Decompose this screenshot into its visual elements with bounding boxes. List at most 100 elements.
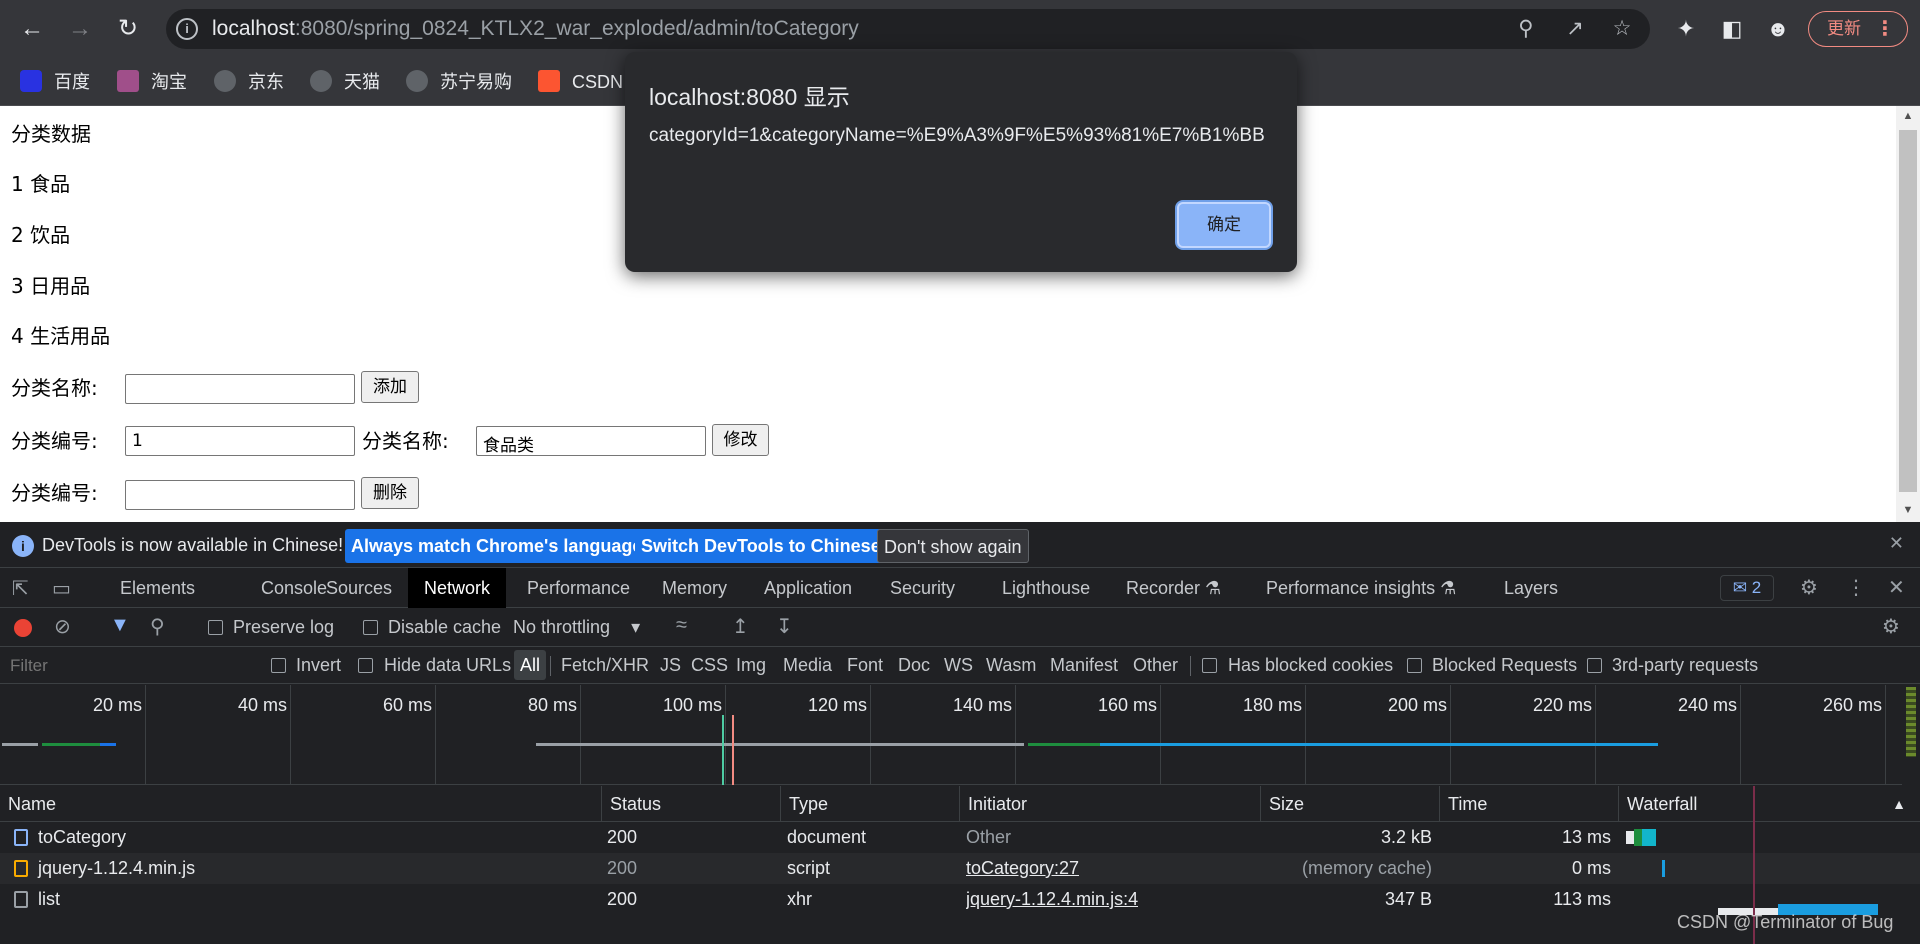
tab-performance-insights[interactable]: Performance insights ⚗ <box>1266 568 1456 608</box>
blocked-cookies-checkbox[interactable] <box>1202 658 1217 673</box>
type-filter-css[interactable]: CSS <box>691 655 728 676</box>
device-toolbar-icon[interactable]: ▭ <box>52 576 71 601</box>
edit-name-input[interactable]: 食品类 <box>476 426 706 456</box>
table-row[interactable]: toCategory 200 document Other 3.2 kB 13 … <box>0 822 1920 853</box>
bookmark-star-icon[interactable]: ☆ <box>1608 15 1636 43</box>
bookmark-taobao[interactable]: 淘宝 <box>117 70 187 94</box>
address-bar[interactable]: i localhost:8080/spring_0824_KTLX2_war_e… <box>166 9 1650 49</box>
scrollbar-thumb[interactable] <box>1899 130 1917 492</box>
reload-icon[interactable]: ↻ <box>112 13 144 45</box>
request-size: 3.2 kB <box>1380 827 1432 847</box>
throttling-select[interactable]: No throttling ▾ <box>513 617 640 638</box>
type-filter-ws[interactable]: WS <box>944 655 973 676</box>
type-filter-media[interactable]: Media <box>783 655 832 676</box>
bookmark-suning[interactable]: 苏宁易购 <box>406 70 512 94</box>
import-har-icon[interactable]: ↥ <box>732 614 749 639</box>
column-name[interactable]: Name <box>0 786 601 822</box>
column-time[interactable]: Time <box>1439 786 1618 822</box>
clear-icon[interactable]: ⊘ <box>54 614 71 639</box>
bookmark-jd[interactable]: 京东 <box>214 70 284 94</box>
issues-badge[interactable]: ✉ 2 <box>1720 575 1774 601</box>
forward-icon[interactable]: → <box>64 13 96 45</box>
side-panel-icon[interactable]: ◧ <box>1716 13 1748 45</box>
blocked-requests-checkbox[interactable] <box>1407 658 1422 673</box>
search-icon[interactable]: ⚲ <box>150 614 165 639</box>
update-button[interactable]: 更新 ⋮ <box>1808 11 1908 47</box>
record-icon[interactable] <box>14 619 32 637</box>
column-size[interactable]: Size <box>1260 786 1439 822</box>
table-row[interactable]: jquery-1.12.4.min.js 200 script toCatego… <box>0 853 1920 884</box>
close-devtools-icon[interactable]: ✕ <box>1888 575 1905 600</box>
bookmark-csdn[interactable]: CSDN <box>538 70 623 94</box>
tab-security[interactable]: Security <box>890 568 955 608</box>
delete-id-input[interactable] <box>125 480 355 510</box>
zoom-icon[interactable]: ⚲ <box>1512 15 1540 43</box>
filter-input[interactable] <box>0 648 252 683</box>
disable-cache-checkbox[interactable] <box>363 620 378 635</box>
type-filter-wasm[interactable]: Wasm <box>986 655 1036 676</box>
inspect-element-icon[interactable]: ⇱ <box>12 576 29 601</box>
table-row[interactable]: list 200 xhr jquery-1.12.4.min.js:4 347 … <box>0 884 1920 915</box>
tab-memory[interactable]: Memory <box>662 568 727 608</box>
timeline-scrollbar[interactable] <box>1906 687 1916 757</box>
export-har-icon[interactable]: ↧ <box>776 614 793 639</box>
site-info-icon[interactable]: i <box>176 18 198 40</box>
network-settings-gear-icon[interactable]: ⚙ <box>1882 614 1900 639</box>
request-time: 113 ms <box>1553 889 1611 909</box>
profile-avatar-icon[interactable]: ☻ <box>1762 13 1794 45</box>
network-overview-timeline[interactable]: 20 ms 40 ms 60 ms 80 ms 100 ms 120 ms 14… <box>0 685 1902 785</box>
tab-sources[interactable]: Sources <box>326 568 392 608</box>
column-type[interactable]: Type <box>780 786 959 822</box>
tab-console[interactable]: Console <box>261 568 327 608</box>
tab-performance[interactable]: Performance <box>527 568 630 608</box>
switch-chinese-button[interactable]: Switch DevTools to Chinese <box>635 529 887 563</box>
hide-data-urls-checkbox[interactable] <box>358 658 373 673</box>
tab-network[interactable]: Network <box>408 568 507 608</box>
alert-ok-button[interactable]: 确定 <box>1177 202 1271 248</box>
settings-gear-icon[interactable]: ⚙ <box>1800 575 1818 600</box>
add-name-input[interactable] <box>125 374 355 404</box>
bookmark-baidu[interactable]: 百度 <box>20 70 90 94</box>
filter-icon[interactable]: ▼ <box>110 614 130 637</box>
url-text[interactable]: localhost:8080/spring_0824_KTLX2_war_exp… <box>212 17 859 41</box>
page-scrollbar[interactable]: ▲ ▼ <box>1896 106 1920 522</box>
invert-checkbox[interactable] <box>271 658 286 673</box>
type-filter-manifest[interactable]: Manifest <box>1050 655 1118 676</box>
add-button[interactable]: 添加 <box>361 371 419 403</box>
type-filter-font[interactable]: Font <box>847 655 883 676</box>
dont-show-again-button[interactable]: Don't show again <box>877 529 1029 563</box>
edit-id-input[interactable]: 1 <box>125 426 355 456</box>
more-options-icon[interactable]: ⋮ <box>1846 575 1866 600</box>
scroll-up-icon[interactable]: ▲ <box>1896 110 1920 122</box>
taobao-icon <box>117 70 139 92</box>
column-status[interactable]: Status <box>601 786 780 822</box>
bookmark-tmall[interactable]: 天猫 <box>310 70 380 94</box>
column-initiator[interactable]: Initiator <box>959 786 1260 822</box>
share-icon[interactable]: ↗ <box>1561 15 1589 43</box>
type-filter-all[interactable]: All <box>514 650 547 680</box>
column-waterfall[interactable]: Waterfall ▲ <box>1618 786 1920 822</box>
scroll-down-icon[interactable]: ▼ <box>1896 504 1920 516</box>
type-filter-fetch[interactable]: Fetch/XHR <box>561 655 649 676</box>
request-initiator-link[interactable]: toCategory:27 <box>966 853 1079 884</box>
preserve-log-checkbox[interactable] <box>208 620 223 635</box>
gridline <box>1595 685 1596 785</box>
tab-elements[interactable]: Elements <box>120 568 195 608</box>
back-icon[interactable]: ← <box>16 13 48 45</box>
request-initiator-link[interactable]: jquery-1.12.4.min.js:4 <box>966 884 1138 915</box>
type-filter-doc[interactable]: Doc <box>898 655 930 676</box>
tab-layers[interactable]: Layers <box>1504 568 1558 608</box>
delete-button[interactable]: 删除 <box>361 477 419 509</box>
match-language-button[interactable]: Always match Chrome's language <box>345 529 649 563</box>
type-filter-img[interactable]: Img <box>736 655 766 676</box>
extensions-icon[interactable]: ✦ <box>1670 13 1702 45</box>
edit-button[interactable]: 修改 <box>712 424 769 456</box>
close-icon[interactable]: ✕ <box>1889 533 1904 554</box>
type-filter-js[interactable]: JS <box>660 655 681 676</box>
tab-application[interactable]: Application <box>764 568 852 608</box>
third-party-checkbox[interactable] <box>1587 658 1602 673</box>
type-filter-other[interactable]: Other <box>1133 655 1178 676</box>
tab-lighthouse[interactable]: Lighthouse <box>1002 568 1090 608</box>
tab-recorder[interactable]: Recorder ⚗ <box>1126 568 1221 608</box>
network-conditions-icon[interactable]: ≈ <box>676 614 687 637</box>
